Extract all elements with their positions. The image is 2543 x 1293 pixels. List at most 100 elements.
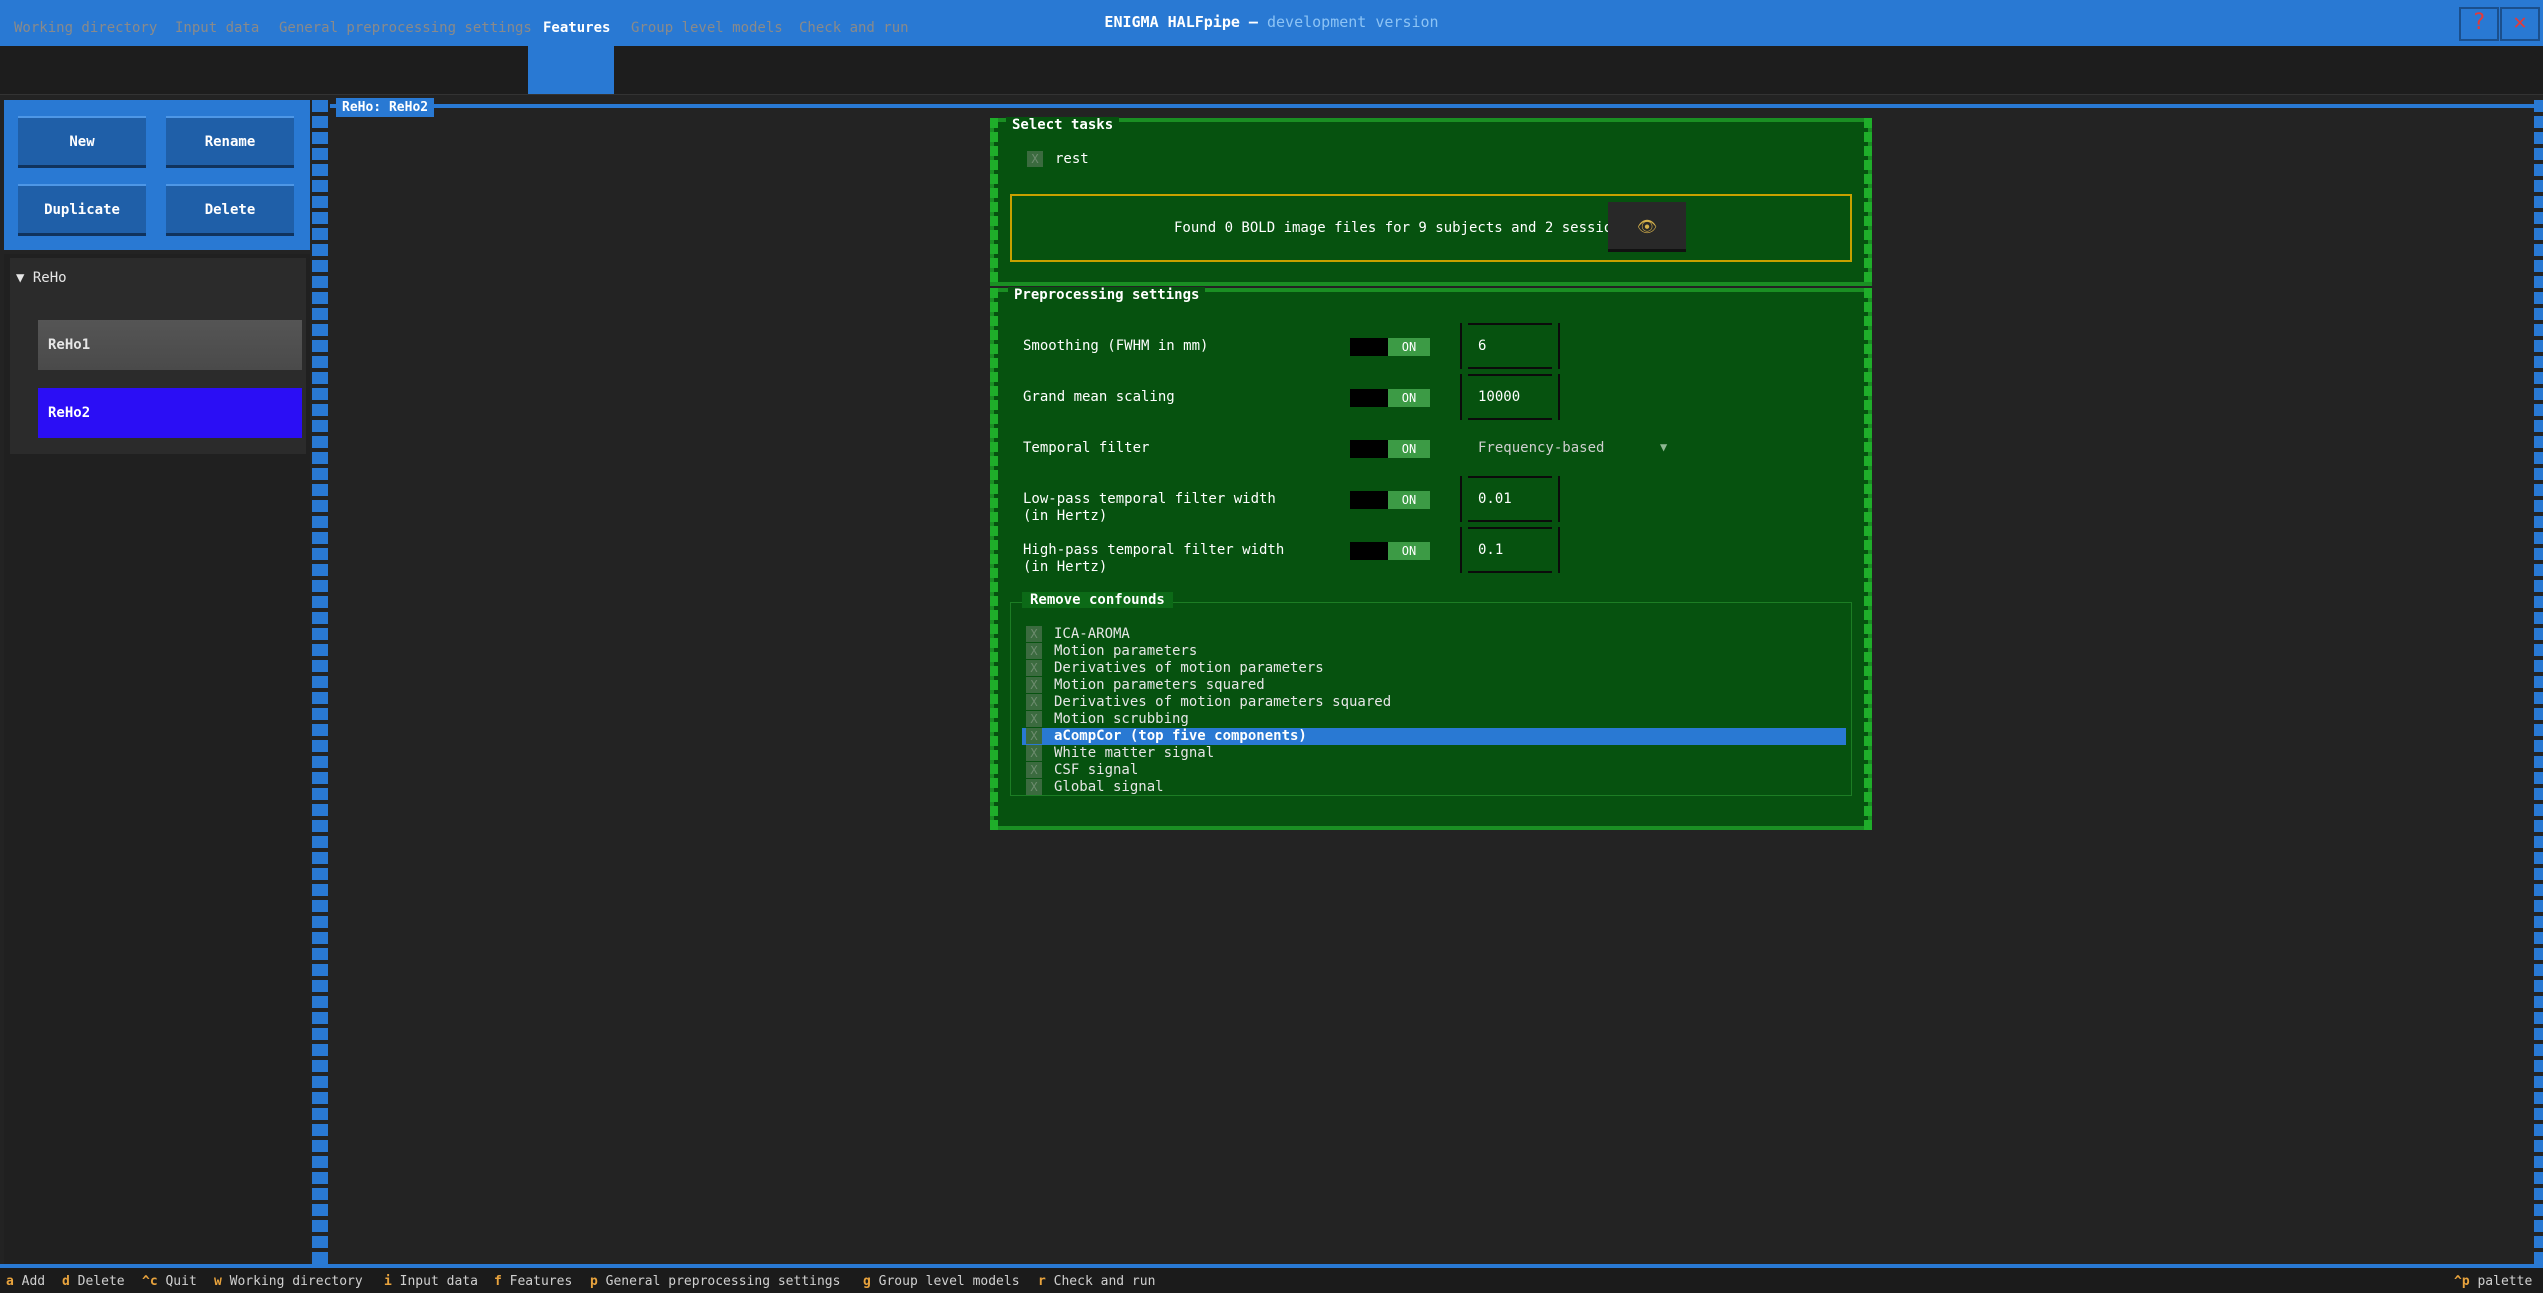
grand-mean-scaling-label: Grand mean scaling bbox=[1023, 389, 1175, 405]
help-button[interactable]: ? bbox=[2459, 7, 2499, 41]
confound-checkbox[interactable]: X bbox=[1026, 762, 1042, 778]
temporal-filter-toggle-track[interactable] bbox=[1350, 440, 1388, 458]
footer-key: p bbox=[590, 1274, 598, 1289]
tab-general-preprocessing-settings[interactable]: General preprocessing settings bbox=[279, 20, 532, 36]
confound-label: Motion parameters squared bbox=[1054, 677, 1265, 693]
high-pass-unit: (in Hertz) bbox=[1023, 559, 1108, 575]
chevron-down-icon[interactable]: ▼ bbox=[1660, 440, 1667, 454]
low-pass-toggle-track[interactable] bbox=[1350, 491, 1388, 509]
app-subtitle: development version bbox=[1266, 13, 1439, 31]
footer-desc: Delete bbox=[77, 1274, 125, 1289]
footer-key: w bbox=[214, 1274, 222, 1289]
tab-check-and-run[interactable]: Check and run bbox=[799, 20, 909, 36]
low-pass-unit: (in Hertz) bbox=[1023, 508, 1108, 524]
footer-key-general-preprocessing[interactable]: p General preprocessing settings bbox=[590, 1274, 840, 1289]
low-pass-toggle[interactable]: ON bbox=[1388, 491, 1430, 509]
tab-group-level-models[interactable]: Group level models bbox=[631, 20, 783, 36]
footer-key: ^c bbox=[142, 1274, 158, 1289]
feature-item-reho1[interactable]: ReHo1 bbox=[38, 320, 302, 370]
footer-key-add[interactable]: a Add bbox=[6, 1274, 45, 1289]
confound-checkbox[interactable]: X bbox=[1026, 660, 1042, 676]
confound-checkbox[interactable]: X bbox=[1026, 643, 1042, 659]
high-pass-toggle-track[interactable] bbox=[1350, 542, 1388, 560]
tab-divider bbox=[0, 94, 2543, 95]
footer-key: d bbox=[62, 1274, 70, 1289]
confound-item[interactable]: X Motion parameters bbox=[1022, 643, 1846, 660]
confound-checkbox[interactable]: X bbox=[1026, 779, 1042, 795]
confound-item[interactable]: X Motion scrubbing bbox=[1022, 711, 1846, 728]
confound-checkbox[interactable]: X bbox=[1026, 677, 1042, 693]
footer-key-quit[interactable]: ^c Quit bbox=[142, 1274, 197, 1289]
found-files-text: Found 0 BOLD image files for 9 subjects … bbox=[1174, 220, 1630, 236]
delete-button[interactable]: Delete bbox=[166, 184, 294, 236]
footer-key: g bbox=[863, 1274, 871, 1289]
eye-icon[interactable]: 👁 bbox=[1608, 202, 1686, 252]
app-title-separator: — bbox=[1248, 13, 1258, 31]
footer-key-input-data[interactable]: i Input data bbox=[384, 1274, 478, 1289]
tab-working-directory[interactable]: Working directory bbox=[14, 20, 157, 36]
app-title-name: ENIGMA HALFpipe bbox=[1104, 13, 1240, 31]
tab-features[interactable]: Features bbox=[543, 20, 610, 36]
tab-input-data[interactable]: Input data bbox=[175, 20, 259, 36]
tree-group-reho[interactable]: ▼ ReHo bbox=[16, 270, 67, 286]
select-tasks-title: Select tasks bbox=[1006, 117, 1120, 133]
footer-key-working-directory[interactable]: w Working directory bbox=[214, 1274, 363, 1289]
grand-mean-value: 10000 bbox=[1478, 389, 1521, 405]
high-pass-toggle[interactable]: ON bbox=[1388, 542, 1430, 560]
footer-desc: General preprocessing settings bbox=[605, 1274, 841, 1289]
low-pass-label: Low-pass temporal filter width bbox=[1023, 491, 1276, 507]
grand-mean-toggle[interactable]: ON bbox=[1388, 389, 1430, 407]
tab-active-background bbox=[528, 46, 614, 94]
footer-key-features[interactable]: f Features bbox=[494, 1274, 572, 1289]
pre-right-border bbox=[1864, 288, 1872, 830]
footer-key-group-level-models[interactable]: g Group level models bbox=[863, 1274, 1020, 1289]
main-panel-label: ReHo: ReHo2 bbox=[336, 98, 435, 117]
confound-checkbox[interactable]: X bbox=[1026, 728, 1042, 744]
scrollbar-left[interactable] bbox=[312, 100, 328, 1264]
preprocessing-title: Preprocessing settings bbox=[1008, 287, 1206, 303]
footer-key-delete[interactable]: d Delete bbox=[62, 1274, 125, 1289]
grand-mean-toggle-track[interactable] bbox=[1350, 389, 1388, 407]
confound-item[interactable]: X CSF signal bbox=[1022, 762, 1846, 779]
confound-item[interactable]: X Global signal bbox=[1022, 779, 1846, 796]
smoothing-label: Smoothing (FWHM in mm) bbox=[1023, 338, 1209, 354]
temporal-filter-toggle[interactable]: ON bbox=[1388, 440, 1430, 458]
task-rest-checkbox[interactable]: X bbox=[1027, 151, 1043, 167]
confound-checkbox[interactable]: X bbox=[1026, 626, 1042, 642]
feature-item-reho2[interactable]: ReHo2 bbox=[38, 388, 302, 438]
footer-desc: Add bbox=[21, 1274, 46, 1289]
confound-label: Derivatives of motion parameters squared bbox=[1054, 694, 1392, 710]
low-pass-value: 0.01 bbox=[1478, 491, 1512, 507]
new-button[interactable]: New bbox=[18, 116, 146, 168]
tasks-left-border bbox=[990, 118, 998, 286]
temporal-filter-select[interactable]: Frequency-based bbox=[1478, 440, 1604, 456]
confound-item[interactable]: X Motion parameters squared bbox=[1022, 677, 1846, 694]
duplicate-button[interactable]: Duplicate bbox=[18, 184, 146, 236]
footer-key: i bbox=[384, 1274, 392, 1289]
smoothing-toggle[interactable]: ON bbox=[1388, 338, 1430, 356]
smoothing-input[interactable] bbox=[1460, 323, 1560, 369]
close-icon[interactable]: ✕ bbox=[2500, 7, 2540, 41]
confound-item[interactable]: X ICA-AROMA bbox=[1022, 626, 1846, 643]
confound-item[interactable]: X White matter signal bbox=[1022, 745, 1846, 762]
scrollbar-right[interactable] bbox=[2534, 100, 2543, 1264]
task-rest-label: rest bbox=[1055, 151, 1089, 167]
confound-checkbox[interactable]: X bbox=[1026, 745, 1042, 761]
footer-key-palette[interactable]: ^p palette bbox=[2454, 1274, 2532, 1289]
confound-label: Derivatives of motion parameters bbox=[1054, 660, 1324, 676]
confound-item[interactable]: X Derivatives of motion parameters square… bbox=[1022, 694, 1846, 711]
confound-item-selected[interactable]: XaCompCor (top five components) bbox=[1022, 728, 1846, 745]
footer-key: r bbox=[1038, 1274, 1046, 1289]
high-pass-input[interactable] bbox=[1460, 527, 1560, 573]
smoothing-toggle-track[interactable] bbox=[1350, 338, 1388, 356]
confound-label: ICA-AROMA bbox=[1054, 626, 1130, 642]
footer-desc: palette bbox=[2477, 1274, 2533, 1289]
footer-key-check-and-run[interactable]: r Check and run bbox=[1038, 1274, 1155, 1289]
footer-key: f bbox=[494, 1274, 502, 1289]
confound-checkbox[interactable]: X bbox=[1026, 711, 1042, 727]
rename-button[interactable]: Rename bbox=[166, 116, 294, 168]
confound-checkbox[interactable]: X bbox=[1026, 694, 1042, 710]
confound-item[interactable]: X Derivatives of motion parameters bbox=[1022, 660, 1846, 677]
confound-label: CSF signal bbox=[1054, 762, 1139, 778]
footer-desc: Input data bbox=[399, 1274, 478, 1289]
